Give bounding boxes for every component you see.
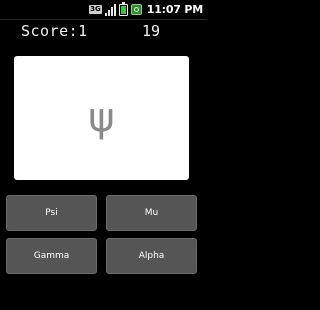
greek-symbol: ψ — [88, 95, 115, 141]
score-label: Score:1 — [21, 22, 88, 40]
signal-icon — [104, 3, 116, 16]
answer-button-psi[interactable]: Psi — [6, 195, 97, 231]
answer-button-gamma[interactable]: Gamma — [6, 238, 97, 274]
status-time: 11:07 PM — [146, 3, 203, 16]
status-icons: 3G 11:07 PM — [89, 1, 203, 17]
app-icon — [130, 4, 142, 15]
3g-icon: 3G — [89, 5, 102, 14]
status-bar: 3G 11:07 PM — [0, 0, 207, 20]
timer-value: 19 — [142, 22, 161, 40]
symbol-card: ψ — [14, 56, 189, 180]
answer-button-mu[interactable]: Mu — [106, 195, 197, 231]
battery-icon — [118, 1, 128, 16]
answer-button-alpha[interactable]: Alpha — [106, 238, 197, 274]
